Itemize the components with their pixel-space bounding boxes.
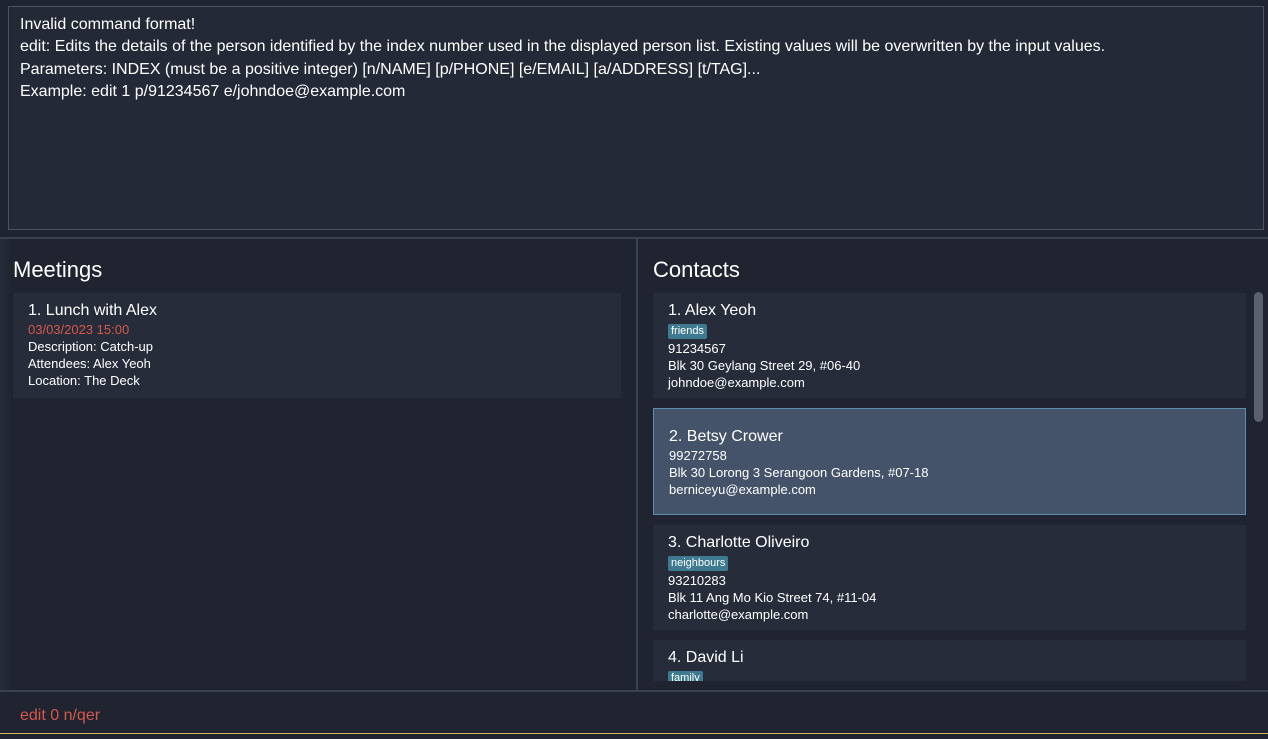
- meeting-description: Description: Catch-up: [28, 339, 153, 354]
- contact-phone: 91234567: [668, 341, 726, 356]
- contact-address: Blk 30 Geylang Street 29, #06-40: [668, 358, 861, 373]
- top-divider[interactable]: [0, 237, 1268, 239]
- meeting-location: Location: The Deck: [28, 373, 140, 388]
- contacts-title: Contacts: [653, 257, 740, 282]
- left-shade: [0, 239, 12, 691]
- contact-phone: 93210283: [668, 573, 726, 588]
- result-line-2: edit: Edits the details of the person id…: [20, 38, 1106, 56]
- contact-phone: 99272758: [669, 448, 727, 463]
- meeting-card[interactable]: 1. Lunch with Alex 03/03/2023 15:00 Desc…: [13, 293, 621, 398]
- contact-name: 4. David Li: [668, 649, 744, 666]
- contact-name: 1. Alex Yeoh: [668, 302, 757, 319]
- meeting-datetime: 03/03/2023 15:00: [28, 322, 130, 337]
- meetings-title: Meetings: [13, 257, 103, 282]
- result-line-1: Invalid command format!: [20, 16, 196, 33]
- contact-card[interactable]: 3. Charlotte Oliveiro neighbours 9321028…: [653, 525, 1246, 630]
- meeting-attendees: Attendees: Alex Yeoh: [28, 356, 151, 371]
- contact-card-selected[interactable]: 2. Betsy Crower 99272758 Blk 30 Lorong 3…: [653, 408, 1246, 515]
- contact-tag: neighbours: [668, 556, 729, 571]
- contact-email: berniceyu@example.com: [669, 482, 816, 497]
- panel-divider[interactable]: [636, 239, 638, 691]
- contact-address: Blk 11 Ang Mo Kio Street 74, #11-04: [668, 590, 877, 605]
- contact-address: Blk 30 Lorong 3 Serangoon Gardens, #07-1…: [669, 465, 929, 480]
- meeting-heading: 1. Lunch with Alex: [28, 302, 157, 319]
- result-line-4: Example: edit 1 p/91234567 e/johndoe@exa…: [20, 82, 406, 100]
- contact-name: 3. Charlotte Oliveiro: [668, 534, 810, 551]
- result-line-3: Parameters: INDEX (must be a positive in…: [20, 60, 761, 78]
- contact-email: charlotte@example.com: [668, 607, 809, 622]
- contact-tag: friends: [668, 324, 708, 339]
- command-underline: [0, 733, 1268, 734]
- contact-name: 2. Betsy Crower: [669, 428, 783, 445]
- contact-card[interactable]: 4. David Li family: [653, 640, 1246, 681]
- contacts-scrollbar-thumb[interactable]: [1254, 292, 1263, 422]
- contact-email: johndoe@example.com: [668, 375, 805, 390]
- contact-tag: family: [668, 671, 703, 681]
- command-input[interactable]: [20, 707, 1250, 725]
- result-display: Invalid command format! edit: Edits the …: [8, 6, 1264, 230]
- contact-card[interactable]: 1. Alex Yeoh friends 91234567 Blk 30 Gey…: [653, 293, 1246, 398]
